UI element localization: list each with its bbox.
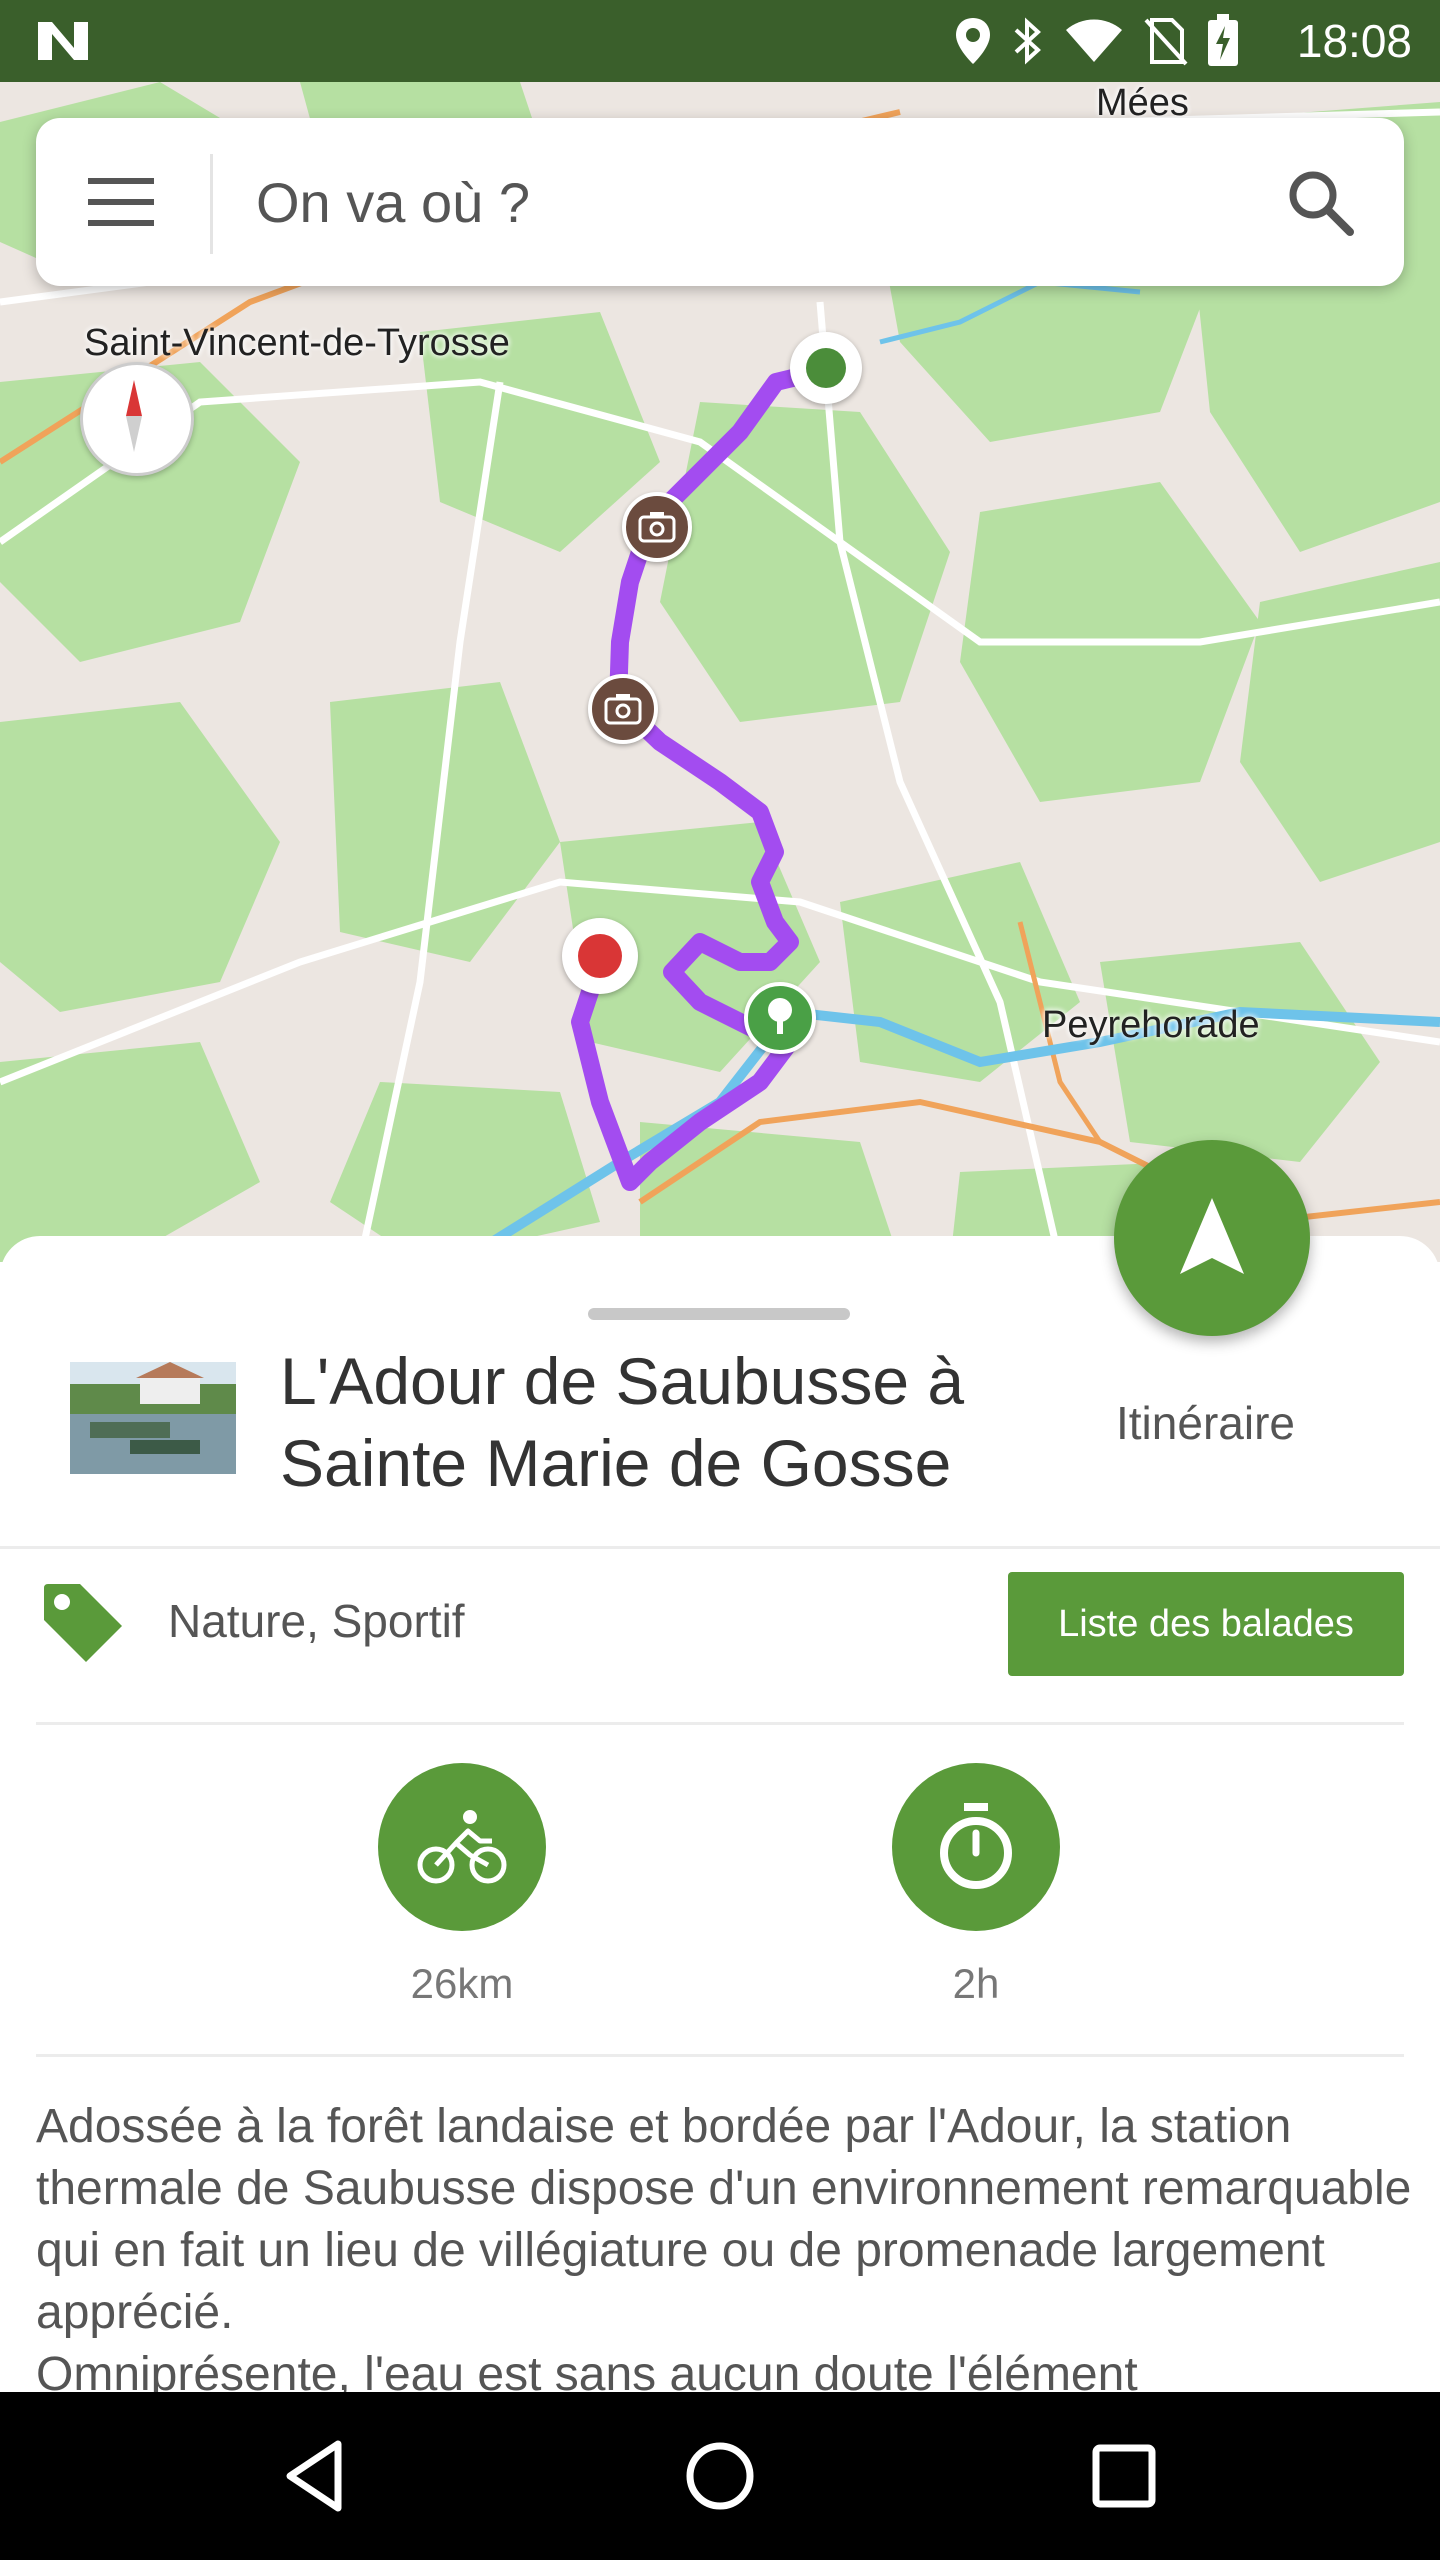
compass-button[interactable]: [80, 362, 194, 476]
search-input[interactable]: On va où ?: [256, 170, 530, 235]
app-notification-icon: [38, 22, 88, 60]
itinerary-button[interactable]: [1114, 1140, 1310, 1336]
home-icon[interactable]: [680, 2436, 760, 2516]
walk-tags: Nature, Sportif: [168, 1595, 465, 1647]
walk-title: L'Adour de Saubusse à Sainte Marie de Go…: [280, 1344, 965, 1500]
camera-icon: [604, 694, 642, 725]
itinerary-label[interactable]: Itinéraire: [1116, 1396, 1295, 1450]
recents-icon[interactable]: [1084, 2436, 1164, 2516]
divider: [36, 2054, 1404, 2057]
walk-photo: [70, 1362, 236, 1474]
tag-icon: [44, 1584, 122, 1662]
menu-icon[interactable]: [88, 170, 154, 234]
back-icon[interactable]: [276, 2436, 356, 2516]
stopwatch-icon: [940, 1803, 1012, 1889]
location-icon: [956, 18, 990, 64]
divider: [36, 1722, 1404, 1725]
bluetooth-icon: [1014, 17, 1041, 65]
walk-detail-sheet: L'Adour de Saubusse à Sainte Marie de Go…: [0, 1236, 1440, 2392]
photo-marker[interactable]: [622, 492, 692, 562]
map-label-peyrehorade: Peyrehorade: [1042, 1004, 1260, 1046]
start-marker[interactable]: [790, 332, 862, 404]
walk-description: Adossée à la forêt landaise et bordée pa…: [36, 2100, 1412, 2392]
photo-marker[interactable]: [588, 674, 658, 744]
search-bar[interactable]: On va où ?: [36, 118, 1404, 286]
divider: [0, 1546, 1440, 1549]
camera-icon: [638, 512, 676, 543]
end-marker[interactable]: [562, 918, 638, 994]
search-divider: [210, 154, 213, 254]
navigation-arrow-icon: [1180, 1198, 1244, 1274]
walk-thumbnail[interactable]: [70, 1362, 236, 1474]
distance-value: 26km: [410, 1960, 514, 2007]
bike-stat-badge: [378, 1763, 546, 1931]
tree-marker[interactable]: [744, 982, 816, 1054]
bicycle-icon: [417, 1810, 507, 1884]
walks-list-button[interactable]: Liste des balades: [1008, 1572, 1404, 1676]
status-icons: [954, 14, 1240, 68]
wifi-icon: [1066, 19, 1122, 62]
battery-charging-icon: [1208, 14, 1238, 66]
system-nav-bar: [0, 2392, 1440, 2560]
sheet-drag-handle[interactable]: [588, 1308, 850, 1320]
clock: 18:08: [1296, 15, 1412, 67]
no-sim-icon: [1144, 18, 1188, 66]
map-label-saint-vincent: Saint-Vincent-de-Tyrosse: [84, 322, 510, 364]
status-bar: 18:08: [0, 0, 1440, 82]
compass-icon: [126, 380, 142, 452]
duration-value: 2h: [952, 1960, 1000, 2007]
duration-stat-badge: [892, 1763, 1060, 1931]
search-icon[interactable]: [1286, 168, 1356, 238]
tree-icon: [768, 998, 792, 1034]
